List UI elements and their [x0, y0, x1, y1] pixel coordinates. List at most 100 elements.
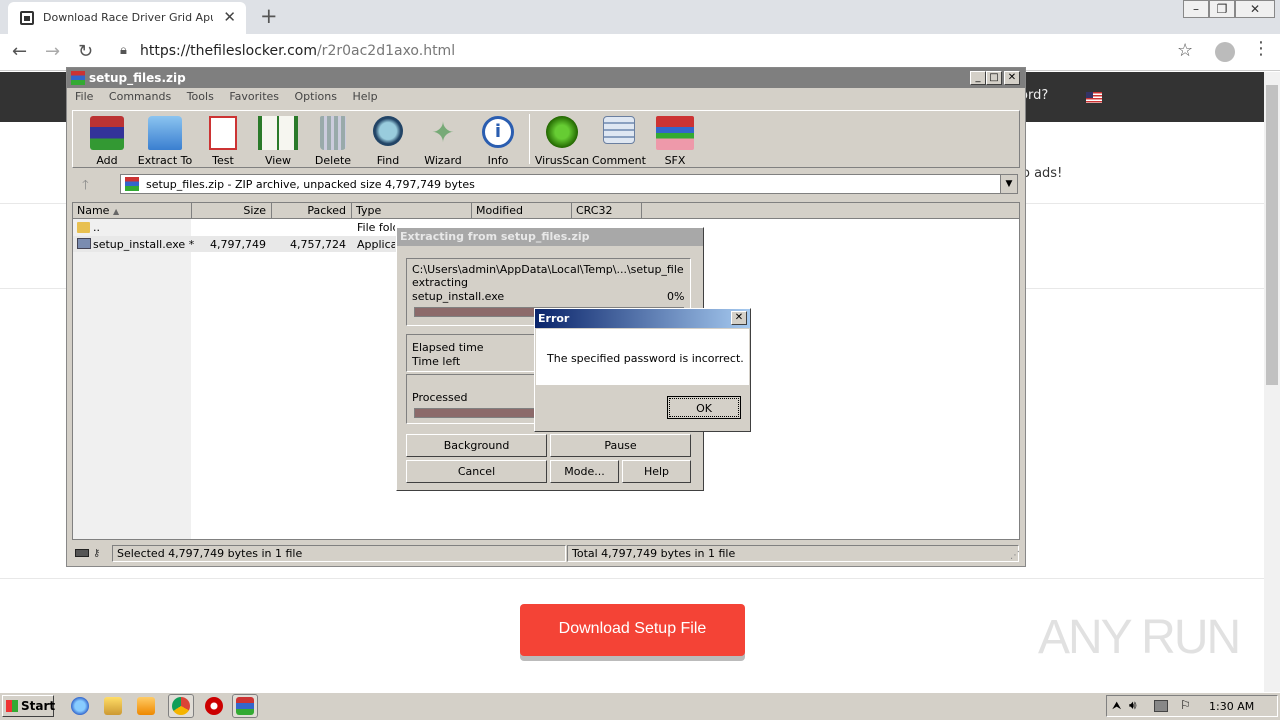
test-clipboard-icon: [209, 116, 237, 150]
restore-window-button[interactable]: ❐: [1209, 0, 1235, 18]
extract-path: C:\Users\admin\AppData\Local\Temp\...\se…: [412, 263, 684, 276]
help-button[interactable]: Help: [622, 460, 691, 483]
profile-avatar[interactable]: [1215, 42, 1235, 62]
clock[interactable]: 1:30 AM: [1209, 700, 1254, 713]
extract-folder-icon: [148, 116, 182, 150]
opera-icon[interactable]: [205, 697, 223, 715]
winrar-icon: [71, 71, 85, 85]
winrar-title: setup_files.zip: [89, 71, 186, 85]
menu-help[interactable]: Help: [352, 90, 377, 103]
close-window-button[interactable]: ✕: [1235, 0, 1275, 18]
ok-button[interactable]: OK: [667, 396, 741, 419]
comment-icon: [603, 116, 635, 144]
mode-button[interactable]: Mode...: [550, 460, 619, 483]
rar-minimize-button[interactable]: _: [970, 71, 986, 85]
extract-action: extracting: [412, 276, 469, 289]
col-packed-header[interactable]: Packed: [272, 203, 352, 219]
tool-add-button[interactable]: Add: [77, 116, 137, 167]
back-icon[interactable]: ←: [12, 41, 27, 62]
explorer-folder-icon[interactable]: [104, 697, 122, 715]
tool-label: SFX: [664, 154, 686, 167]
col-filler-header: [642, 203, 1019, 219]
winrar-taskbar-icon[interactable]: [236, 697, 254, 715]
drive-icon[interactable]: [75, 549, 89, 557]
tool-comment-button[interactable]: Comment: [589, 116, 649, 167]
tray-expand-icon[interactable]: ⮝: [1112, 699, 1121, 713]
sort-asc-icon: ▲: [112, 207, 120, 216]
ok-label: OK: [669, 398, 739, 417]
rar-close-button[interactable]: ✕: [1004, 71, 1020, 85]
download-setup-button[interactable]: Download Setup File: [520, 604, 745, 656]
url-host: https://thefileslocker.com: [140, 43, 317, 59]
pause-button[interactable]: Pause: [550, 434, 691, 457]
tool-extract-to-button[interactable]: Extract To: [135, 116, 195, 167]
browser-tab[interactable]: Download Race Driver Grid Apun Ka ✕: [8, 2, 246, 34]
chevron-down-icon[interactable]: ▼: [1000, 175, 1017, 193]
total-progress-fill: [415, 409, 536, 417]
table-row-size: 4,797,749: [210, 238, 266, 251]
cancel-button[interactable]: Cancel: [406, 460, 547, 483]
archive-path-text: setup_files.zip - ZIP archive, unpacked …: [146, 178, 475, 191]
file-progress-fill: [415, 308, 536, 316]
resize-grip[interactable]: ⋰: [1010, 550, 1020, 561]
chrome-icon[interactable]: [172, 697, 190, 715]
file-percent: 0%: [667, 290, 685, 303]
tool-label: Wizard: [424, 154, 462, 167]
col-type-header[interactable]: Type: [352, 203, 472, 219]
magnifier-icon: [373, 116, 403, 146]
archive-path-combobox[interactable]: setup_files.zip - ZIP archive, unpacked …: [120, 174, 1018, 194]
col-size-header[interactable]: Size: [192, 203, 272, 219]
menu-options[interactable]: Options: [295, 90, 337, 103]
table-row-type: File fold: [357, 221, 395, 234]
key-icon[interactable]: ⚷: [93, 548, 100, 559]
rar-maximize-button[interactable]: □: [986, 71, 1002, 85]
col-modified-header[interactable]: Modified: [472, 203, 572, 219]
address-bar[interactable]: https://thefileslocker.com/r2r0ac2d1axo.…: [140, 43, 455, 59]
reload-icon[interactable]: ↻: [78, 41, 93, 62]
scrollbar-thumb[interactable]: [1266, 85, 1278, 385]
table-row-packed: 4,757,724: [290, 238, 346, 251]
error-dialog-title[interactable]: Error: [535, 309, 750, 328]
extract-dialog-title[interactable]: Extracting from setup_files.zip: [397, 228, 703, 246]
time-left-label: Time left: [412, 355, 461, 368]
tool-info-button[interactable]: i Info: [468, 116, 528, 167]
menu-tools[interactable]: Tools: [187, 90, 214, 103]
tool-sfx-button[interactable]: SFX: [645, 116, 705, 167]
close-tab-icon[interactable]: ✕: [223, 8, 236, 26]
us-flag-icon[interactable]: [1086, 92, 1102, 103]
action-center-flag-icon[interactable]: ⚐: [1180, 698, 1191, 712]
volume-icon[interactable]: 🔊︎: [1129, 698, 1137, 713]
tool-label: Add: [96, 154, 118, 167]
ie-icon[interactable]: [71, 697, 89, 715]
bug-icon: [546, 116, 578, 148]
ads-text: o ads!: [1022, 166, 1063, 181]
minimize-window-button[interactable]: –: [1183, 0, 1209, 18]
col-name-header[interactable]: Name ▲: [73, 203, 192, 219]
forward-icon[interactable]: →: [45, 41, 60, 62]
tool-test-button[interactable]: Test: [193, 116, 253, 167]
table-row-name[interactable]: ..: [93, 221, 100, 234]
error-close-button[interactable]: ✕: [731, 311, 747, 325]
bookmark-star-icon[interactable]: ☆: [1177, 40, 1193, 61]
up-folder-icon[interactable]: 🡑: [82, 176, 89, 198]
col-crc32-header[interactable]: CRC32: [572, 203, 642, 219]
start-button[interactable]: Start: [2, 695, 55, 717]
winrar-titlebar[interactable]: setup_files.zip: [67, 68, 1025, 88]
browser-menu-icon[interactable]: ⋮: [1252, 38, 1270, 59]
tool-view-button[interactable]: View: [248, 116, 308, 167]
extract-file: setup_install.exe: [412, 290, 505, 303]
tool-find-button[interactable]: Find: [358, 116, 418, 167]
tool-label: Info: [487, 154, 509, 167]
network-icon[interactable]: [1154, 700, 1168, 712]
tool-virusscan-button[interactable]: VirusScan: [532, 116, 592, 167]
menu-commands[interactable]: Commands: [109, 90, 171, 103]
tool-delete-button[interactable]: Delete: [303, 116, 363, 167]
menu-file[interactable]: File: [75, 90, 93, 103]
table-row-name[interactable]: setup_install.exe *: [93, 238, 194, 251]
tool-label: Test: [212, 154, 234, 167]
media-player-icon[interactable]: [137, 697, 155, 715]
tool-wizard-button[interactable]: ✦ Wizard: [413, 116, 473, 167]
new-tab-icon[interactable]: +: [260, 4, 278, 28]
background-button[interactable]: Background: [406, 434, 547, 457]
menu-favorites[interactable]: Favorites: [229, 90, 279, 103]
